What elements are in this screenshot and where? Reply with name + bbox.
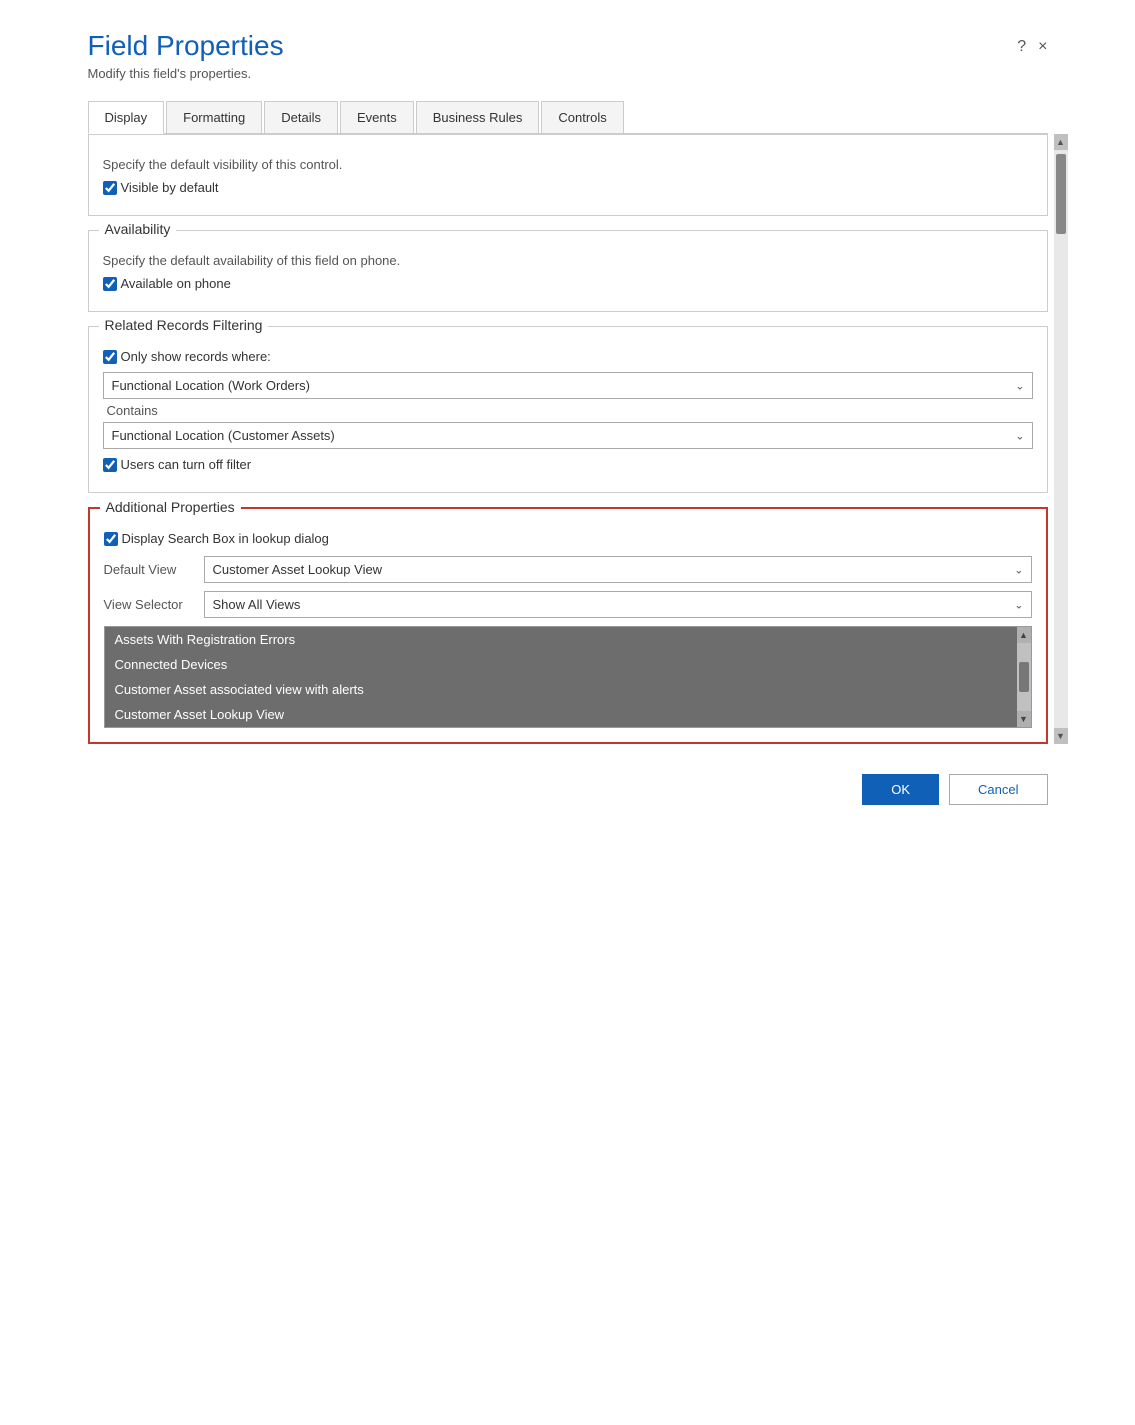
additional-properties-legend: Additional Properties: [100, 499, 241, 515]
filter-value-dropdown-wrap: Functional Location (Customer Assets) ⌄: [103, 422, 1033, 449]
views-listbox-container: Assets With Registration Errors Connecte…: [104, 626, 1032, 728]
listbox-scroll-thumb[interactable]: [1019, 662, 1029, 692]
view-selector-dropdown-wrap: Show All Views ⌄: [204, 591, 1032, 618]
display-search-checkbox[interactable]: [104, 532, 118, 546]
listbox-inner: Assets With Registration Errors Connecte…: [105, 627, 1031, 727]
dialog-footer: OK Cancel: [68, 758, 1068, 821]
tab-business-rules[interactable]: Business Rules: [416, 101, 540, 133]
dialog-header: Field Properties Modify this field's pro…: [68, 20, 1068, 81]
filter-value-dropdown[interactable]: Functional Location (Customer Assets): [103, 422, 1033, 449]
view-selector-dropdown[interactable]: Show All Views: [204, 591, 1032, 618]
tab-formatting[interactable]: Formatting: [166, 101, 262, 133]
list-item[interactable]: Customer Asset Lookup View: [105, 702, 1017, 727]
cancel-button[interactable]: Cancel: [949, 774, 1047, 805]
page-scroll-thumb[interactable]: [1056, 154, 1066, 234]
default-view-dropdown-wrap: Customer Asset Lookup View ⌄: [204, 556, 1032, 583]
users-filter-checkbox[interactable]: [103, 458, 117, 472]
users-filter-label: Users can turn off filter: [121, 457, 252, 472]
tab-display[interactable]: Display: [88, 101, 165, 134]
available-on-phone-row: Available on phone: [103, 276, 1033, 291]
only-show-label: Only show records where:: [121, 349, 271, 364]
dialog-subtitle: Modify this field's properties.: [88, 66, 284, 81]
help-button[interactable]: ?: [1017, 38, 1026, 56]
page-scroll-down[interactable]: ▼: [1054, 728, 1068, 744]
related-records-legend: Related Records Filtering: [99, 317, 269, 333]
tab-events[interactable]: Events: [340, 101, 414, 133]
page-scrollbar[interactable]: ▲ ▼: [1054, 134, 1068, 744]
list-item[interactable]: Connected Devices: [105, 652, 1017, 677]
view-selector-row: View Selector Show All Views ⌄: [104, 591, 1032, 618]
tab-bar: Display Formatting Details Events Busine…: [88, 101, 1048, 134]
display-search-label: Display Search Box in lookup dialog: [122, 531, 329, 546]
available-on-phone-label: Available on phone: [121, 276, 231, 291]
default-view-dropdown[interactable]: Customer Asset Lookup View: [204, 556, 1032, 583]
contains-label: Contains: [107, 403, 1033, 418]
display-search-row: Display Search Box in lookup dialog: [104, 531, 1032, 546]
visible-by-default-checkbox[interactable]: [103, 181, 117, 195]
listbox-scroll-track: [1019, 643, 1029, 711]
ok-button[interactable]: OK: [862, 774, 939, 805]
tab-controls[interactable]: Controls: [541, 101, 623, 133]
tab-details[interactable]: Details: [264, 101, 338, 133]
dialog-window-controls: ? ×: [1017, 38, 1047, 56]
list-item[interactable]: Assets With Registration Errors: [105, 627, 1017, 652]
listbox-scroll-down[interactable]: ▼: [1017, 711, 1031, 727]
only-show-row: Only show records where:: [103, 349, 1033, 364]
visible-by-default-row: Visible by default: [103, 180, 1033, 195]
available-on-phone-checkbox[interactable]: [103, 277, 117, 291]
list-item[interactable]: Customer Asset associated view with aler…: [105, 677, 1017, 702]
only-show-checkbox[interactable]: [103, 350, 117, 364]
page-scroll-up[interactable]: ▲: [1054, 134, 1068, 150]
availability-legend: Availability: [99, 221, 177, 237]
listbox-scroll-up[interactable]: ▲: [1017, 627, 1031, 643]
field-properties-dialog: Field Properties Modify this field's pro…: [68, 0, 1068, 821]
visible-by-default-label: Visible by default: [121, 180, 219, 195]
filter-field-dropdown-wrap: Functional Location (Work Orders) ⌄: [103, 372, 1033, 399]
users-filter-row: Users can turn off filter: [103, 457, 1033, 472]
view-selector-label: View Selector: [104, 597, 194, 612]
availability-desc: Specify the default availability of this…: [103, 253, 1033, 268]
default-view-label: Default View: [104, 562, 194, 577]
filter-field-dropdown[interactable]: Functional Location (Work Orders): [103, 372, 1033, 399]
close-button[interactable]: ×: [1038, 38, 1047, 56]
default-view-row: Default View Customer Asset Lookup View …: [104, 556, 1032, 583]
additional-properties-section: Additional Properties Display Search Box…: [88, 507, 1048, 744]
views-listbox[interactable]: Assets With Registration Errors Connecte…: [104, 626, 1032, 728]
page-scroll-track: [1055, 150, 1067, 728]
dialog-title: Field Properties: [88, 30, 284, 62]
visibility-section: Specify the default visibility of this c…: [88, 134, 1048, 216]
listbox-scrollbar[interactable]: ▲ ▼: [1017, 627, 1031, 727]
availability-section: Availability Specify the default availab…: [88, 230, 1048, 312]
related-records-section: Related Records Filtering Only show reco…: [88, 326, 1048, 493]
visibility-desc: Specify the default visibility of this c…: [103, 157, 1033, 172]
